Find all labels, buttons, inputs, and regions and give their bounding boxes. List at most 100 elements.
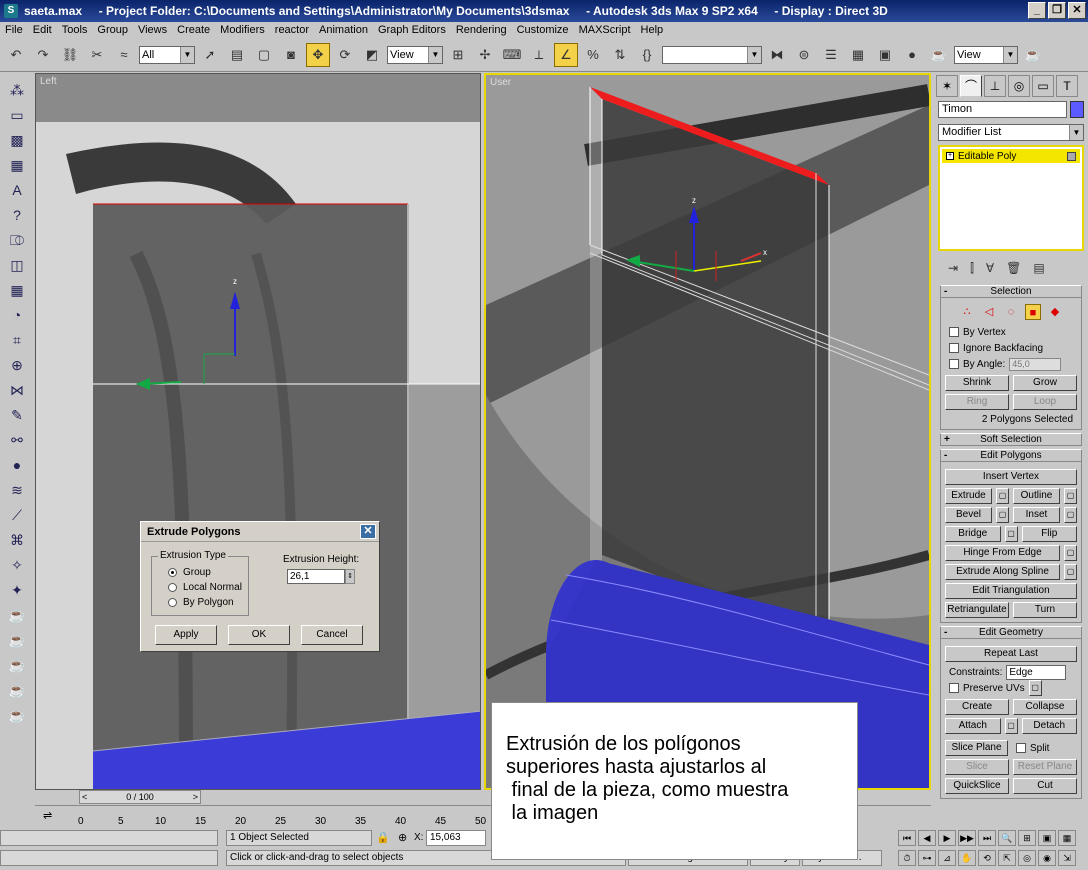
attach-button[interactable]: Attach [945,718,1001,734]
maxscript-output[interactable] [0,850,218,866]
maxscript-listener-input[interactable] [0,830,218,846]
viewport-user[interactable]: z x User [484,73,931,790]
max-toggle-icon[interactable]: ⇱ [998,850,1016,866]
hinge-from-edge-button[interactable]: Hinge From Edge [945,545,1060,561]
configure-sets-icon[interactable]: ▤ [1033,261,1044,276]
next-frame-icon[interactable]: ▶▶ [958,830,976,846]
retriangulate-button[interactable]: Retriangulate [945,602,1009,618]
rollout-edit-polygons-header[interactable]: - Edit Polygons [940,449,1082,462]
menu-create[interactable]: Create [172,24,215,36]
radio-local-normal[interactable]: Local Normal [152,580,248,595]
chain-icon[interactable]: ⚯ [6,429,28,451]
crop-icon[interactable]: ⌗ [6,329,28,351]
collapse-button[interactable]: Collapse [1013,699,1077,715]
ignore-backfacing-checkbox[interactable]: Ignore Backfacing [945,340,1077,356]
hierarchy-tab-icon[interactable]: ⊥ [984,75,1006,97]
bridge-button[interactable]: Bridge [945,526,1001,542]
brush-icon[interactable]: ✎ [6,404,28,426]
attach-settings-icon[interactable]: ▢ [1004,718,1018,734]
go-to-end-icon[interactable]: ⏭ [978,830,996,846]
extrude-spline-settings-icon[interactable]: ▢ [1064,564,1077,580]
lock-icon[interactable]: 🔒 [376,831,390,844]
radio-group[interactable]: Group [152,565,248,580]
previous-frame-icon[interactable]: ◀ [918,830,936,846]
repeat-last-button[interactable]: Repeat Last [945,646,1077,662]
zoom-icon[interactable]: 🔍 [998,830,1016,846]
teapot-a-icon[interactable]: ☕ [6,629,28,651]
absolute-mode-icon[interactable]: ⊕ [398,831,407,844]
menu-animation[interactable]: Animation [314,24,373,36]
orbit-icon[interactable]: ◉ [1038,850,1056,866]
expand-icon[interactable]: + [946,152,954,160]
by-vertex-checkbox[interactable]: By Vertex [945,324,1077,340]
reference-coordinate-dropdown[interactable]: View ▼ [387,45,443,64]
teapot-c-icon[interactable]: ☕ [6,679,28,701]
extrude-along-spline-button[interactable]: Extrude Along Spline [945,564,1060,580]
render-view-dropdown[interactable]: View ▼ [954,45,1018,64]
selection-filter-dropdown[interactable]: All ▼ [139,45,195,64]
grid-icon[interactable]: ▦ [6,279,28,301]
bridge-settings-icon[interactable]: ▢ [1004,526,1018,542]
cancel-button[interactable]: Cancel [301,625,363,645]
zoom-all-icon[interactable]: ⊞ [1018,830,1036,846]
sphere-icon[interactable]: ● [6,454,28,476]
bowtie-icon[interactable]: ⋈ [6,379,28,401]
box-icon[interactable]: ◫ [6,254,28,276]
render-scene-icon[interactable]: ☕ [927,43,951,67]
viewport-left[interactable]: z Left [35,73,481,790]
stack-item-editable-poly[interactable]: + Editable Poly [942,149,1080,163]
menu-reactor[interactable]: reactor [270,24,314,36]
viewport-label-user[interactable]: User [490,77,511,88]
play-icon[interactable]: ▶ [938,830,956,846]
help-icon[interactable]: ? [6,204,28,226]
pan-icon[interactable]: ✋ [958,850,976,866]
abc-icon[interactable]: ⎄ [6,229,28,251]
layer-manager-icon[interactable]: ☰ [819,43,843,67]
constraints-dropdown[interactable]: Edge [1006,665,1067,680]
cut-button[interactable]: Cut [1013,778,1077,794]
teapot-b-icon[interactable]: ☕ [6,654,28,676]
element-level-icon[interactable]: ◆ [1047,304,1063,320]
vertex-level-icon[interactable]: ∴ [959,304,975,320]
rollout-selection-header[interactable]: - Selection [940,285,1082,298]
extrude-button[interactable]: Extrude [945,488,992,504]
object-name-input[interactable]: Timon [938,101,1067,118]
slice-button[interactable]: Slice [945,759,1009,775]
slider-prev-icon[interactable]: < [82,792,87,802]
modify-tab-icon[interactable]: ⌒ [960,75,982,97]
stack-toggle-icon[interactable] [1067,151,1076,161]
rollout-edit-geometry-header[interactable]: - Edit Geometry [940,626,1082,639]
close-button[interactable]: ✕ [1068,2,1086,19]
utilities-tab-icon[interactable]: T [1056,75,1078,97]
window-crossing-icon[interactable]: ◙ [279,43,303,67]
show-end-result-icon[interactable]: ⫿ [970,261,974,276]
teapot-icon[interactable]: ☕ [6,604,28,626]
bind-space-warp-icon[interactable]: ≈ [112,43,136,67]
select-object-icon[interactable]: ➚ [198,43,222,67]
key-mode-icon[interactable]: ⊶ [918,850,936,866]
time-config-icon[interactable]: ⏱ [898,850,916,866]
puzzle-icon[interactable]: ⌘ [6,529,28,551]
text-icon[interactable]: A [6,179,28,201]
menu-file[interactable]: File [0,24,28,36]
object-color-swatch[interactable] [1070,101,1084,118]
named-selection-dropdown[interactable]: ▼ [662,45,762,64]
menu-group[interactable]: Group [92,24,133,36]
redo-icon[interactable]: ↷ [31,43,55,67]
motion-tab-icon[interactable]: ◎ [1008,75,1030,97]
crosshair-icon[interactable]: ⊕ [6,354,28,376]
radio-by-polygon[interactable]: By Polygon [152,595,248,610]
quick-render-icon[interactable]: ☕ [1021,43,1045,67]
reset-plane-button[interactable]: Reset Plane [1013,759,1077,775]
hinge-settings-icon[interactable]: ▢ [1064,545,1077,561]
menu-customize[interactable]: Customize [512,24,574,36]
insert-vertex-button[interactable]: Insert Vertex [945,469,1077,485]
select-by-name-icon[interactable]: ▤ [225,43,249,67]
percent-snap-icon[interactable]: % [581,43,605,67]
select-manipulate-icon[interactable]: ✢ [473,43,497,67]
menu-modifiers[interactable]: Modifiers [215,24,270,36]
edge-level-icon[interactable]: ◁ [981,304,997,320]
bevel-settings-icon[interactable]: ▢ [996,507,1009,523]
menu-tools[interactable]: Tools [57,24,93,36]
align-icon[interactable]: ⊜ [792,43,816,67]
